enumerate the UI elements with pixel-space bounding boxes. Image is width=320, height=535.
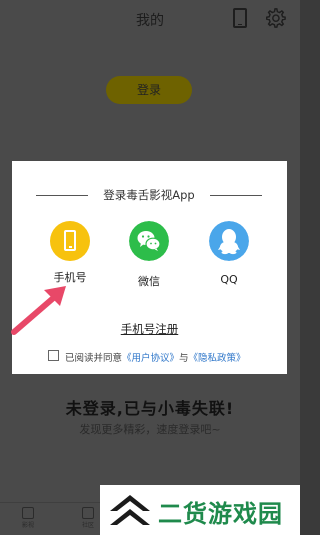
option-label: 微信	[138, 275, 160, 288]
gear-icon[interactable]	[264, 7, 286, 29]
tab-movies[interactable]: 影视	[8, 507, 48, 529]
agreement-and: 与	[179, 353, 189, 364]
arrow-icon	[11, 286, 66, 335]
community-icon	[82, 507, 94, 519]
watermark: 二货游戏园	[100, 485, 300, 535]
status-subtitle: 发现更多精彩，速度登录吧~	[79, 423, 221, 436]
top-bar: 我的	[0, 0, 300, 36]
wechat-icon[interactable]	[129, 221, 169, 261]
qq-icon[interactable]	[209, 221, 249, 261]
login-wechat-option[interactable]: 微信	[119, 221, 179, 289]
login-button[interactable]: 登录	[106, 76, 192, 104]
dialog-header: 登录毒舌影视App	[36, 187, 262, 203]
agreement-prefix: 已阅读并同意	[65, 353, 123, 364]
login-qq-option[interactable]: QQ	[199, 221, 259, 286]
option-label: QQ	[220, 273, 238, 286]
login-dialog: 登录毒舌影视App 手机号 微信 QQ 手机号注册 已阅读并同意《用户协议》与《…	[12, 161, 287, 374]
page-title: 我的	[136, 13, 164, 29]
status-title: 未登录,已与小毒失联!	[65, 399, 235, 418]
movie-icon	[22, 507, 34, 519]
phone-icon[interactable]	[50, 221, 90, 261]
privacy-policy-link[interactable]: 《隐私政策》	[189, 353, 246, 364]
agreement-checkbox[interactable]	[48, 350, 59, 361]
user-agreement-link[interactable]: 《用户协议》	[122, 353, 179, 364]
divider	[210, 195, 262, 196]
login-phone-option[interactable]: 手机号	[40, 221, 100, 285]
watermark-logo	[110, 495, 150, 525]
tab-label: 影视	[21, 522, 34, 529]
tab-label: 社区	[81, 522, 94, 529]
phone-icon[interactable]	[233, 8, 247, 28]
watermark-text: 二货游戏园	[158, 500, 283, 528]
